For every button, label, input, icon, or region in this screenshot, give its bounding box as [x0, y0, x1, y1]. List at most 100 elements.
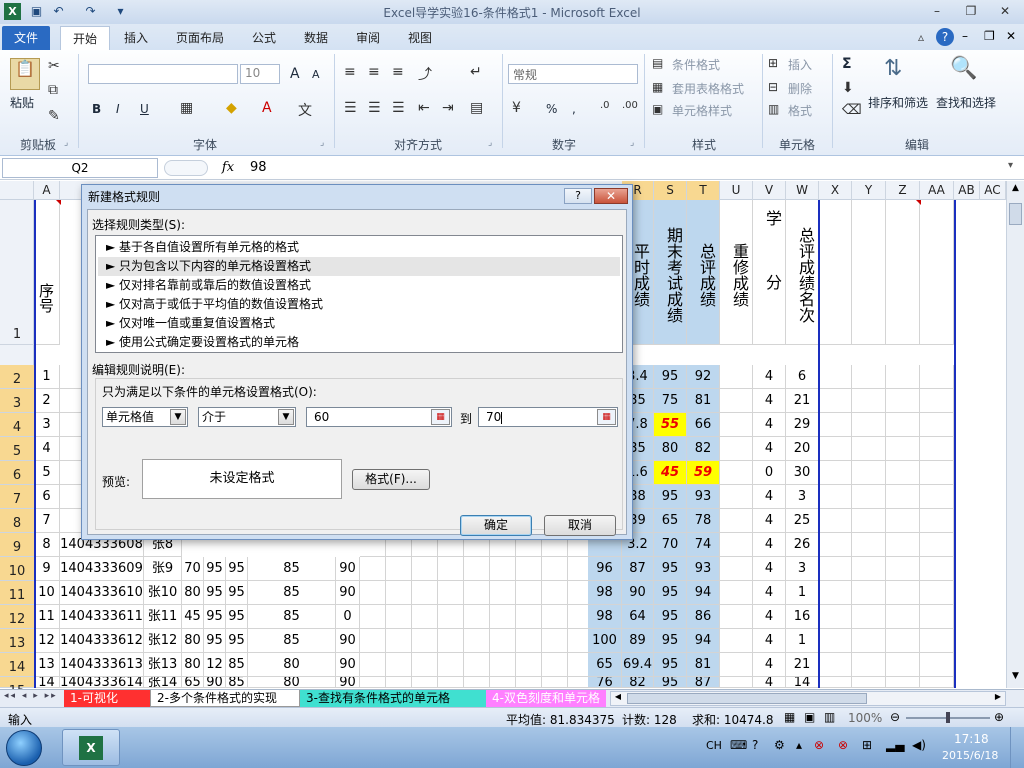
empty-cell[interactable] — [819, 461, 852, 485]
empty-cell[interactable] — [490, 557, 516, 581]
column-header-ac[interactable]: AC — [980, 181, 1006, 200]
seq-cell[interactable]: 13 — [34, 653, 60, 677]
score-cell[interactable]: 90 — [336, 629, 360, 653]
range-picker-icon[interactable]: ▦ — [597, 409, 616, 425]
font-size-box[interactable]: 10 — [240, 64, 280, 84]
header-cell-s[interactable]: 期末考试成绩 — [654, 200, 687, 345]
sheet-tab-4[interactable]: 4-双色刻度和单元格 — [486, 690, 606, 707]
empty-cell[interactable] — [920, 629, 954, 653]
sort-filter-icon[interactable]: ⇅ — [884, 56, 902, 81]
retake-cell[interactable] — [720, 437, 753, 461]
tab-view[interactable]: 视图 — [396, 26, 444, 50]
signal-icon[interactable]: ▂▄ — [886, 738, 904, 752]
empty-cell[interactable] — [542, 629, 568, 653]
select-all-corner[interactable] — [0, 181, 34, 200]
row-header[interactable]: 14 — [0, 653, 34, 677]
empty-cell[interactable] — [920, 557, 954, 581]
rank-cell[interactable]: 1 — [786, 629, 819, 653]
empty-cell[interactable] — [886, 413, 920, 437]
empty-cell[interactable] — [516, 677, 542, 688]
align-right-icon[interactable]: ☰ — [392, 100, 405, 116]
empty-cell[interactable] — [386, 581, 412, 605]
empty-cell[interactable] — [920, 677, 954, 688]
empty-cell[interactable] — [819, 653, 852, 677]
score-cell[interactable]: 85 — [248, 605, 336, 629]
zoom-level[interactable]: 100% — [848, 711, 882, 725]
score-cell[interactable]: 85 — [226, 677, 248, 688]
score-cell[interactable]: 65 — [182, 677, 204, 688]
sort-filter-button[interactable]: 排序和筛选 — [868, 94, 928, 111]
scroll-up-icon[interactable]: ▲ — [1009, 183, 1022, 197]
find-select-icon[interactable]: 🔍 — [950, 56, 977, 81]
tab-review[interactable]: 审阅 — [344, 26, 392, 50]
empty-cell[interactable] — [412, 557, 438, 581]
header-cell-t[interactable]: 总评成绩 — [687, 200, 720, 345]
retake-cell[interactable] — [720, 365, 753, 389]
empty-cell[interactable] — [464, 557, 490, 581]
empty-cell[interactable] — [386, 677, 412, 688]
row-header[interactable]: 1 — [0, 200, 34, 345]
horizontal-scroll-thumb[interactable] — [627, 693, 867, 704]
row-header[interactable]: 15 — [0, 677, 34, 699]
empty-cell[interactable] — [360, 677, 386, 688]
chevron-down-icon[interactable]: ▼ — [278, 409, 294, 425]
header-cell-v[interactable]: 学分 — [753, 200, 786, 345]
keyboard-icon[interactable]: ⌨ — [730, 738, 747, 752]
conditional-format-button[interactable]: 条件格式 — [672, 56, 720, 73]
total-score-cell[interactable]: 94 — [687, 629, 720, 653]
empty-cell[interactable] — [920, 365, 954, 389]
student-id-cell[interactable]: 1404333611 — [60, 605, 144, 629]
score-cell[interactable]: 85 — [248, 557, 336, 581]
credit-cell[interactable]: 4 — [753, 581, 786, 605]
format-as-table-button[interactable]: 套用表格格式 — [672, 80, 744, 97]
empty-cell[interactable] — [886, 581, 920, 605]
rank-cell[interactable]: 14 — [786, 677, 819, 688]
decrease-indent-icon[interactable]: ⇤ — [418, 100, 430, 116]
credit-cell[interactable]: 4 — [753, 557, 786, 581]
cancel-button[interactable]: 取消 — [544, 515, 616, 536]
score-cell[interactable]: 95 — [226, 629, 248, 653]
empty-cell[interactable] — [852, 365, 886, 389]
empty-cell[interactable] — [920, 485, 954, 509]
total-score-cell[interactable]: 93 — [687, 485, 720, 509]
student-name-cell[interactable]: 张14 — [144, 677, 182, 688]
comma-button[interactable]: , — [572, 102, 576, 116]
credit-cell[interactable]: 4 — [753, 365, 786, 389]
empty-cell[interactable] — [852, 653, 886, 677]
empty-cell[interactable] — [490, 653, 516, 677]
empty-cell[interactable] — [886, 557, 920, 581]
empty-cell[interactable] — [852, 485, 886, 509]
font-launcher-icon[interactable]: ⌟ — [320, 138, 324, 148]
operator-combo[interactable]: 介于 ▼ — [198, 407, 296, 427]
empty-cell[interactable] — [412, 653, 438, 677]
tab-file[interactable]: 文件 — [2, 26, 51, 50]
tab-formulas[interactable]: 公式 — [240, 26, 288, 50]
student-name-cell[interactable]: 张9 — [144, 557, 182, 581]
formula-value[interactable]: 98 — [250, 160, 267, 175]
total-score-cell[interactable]: 78 — [687, 509, 720, 533]
seq-cell[interactable]: 10 — [34, 581, 60, 605]
row-header[interactable]: 3 — [0, 389, 34, 413]
final-exam-cell[interactable]: 55 — [654, 413, 687, 437]
empty-cell[interactable] — [886, 677, 920, 688]
student-id-cell[interactable]: 1404333610 — [60, 581, 144, 605]
empty-cell[interactable] — [852, 389, 886, 413]
empty-cell[interactable] — [886, 365, 920, 389]
score-cell[interactable]: 80 — [182, 581, 204, 605]
ok-button[interactable]: 确定 — [460, 515, 532, 536]
rule-type-item[interactable]: ► 仅对高于或低于平均值的数值设置格式 — [98, 295, 620, 314]
empty-cell[interactable] — [542, 653, 568, 677]
align-left-icon[interactable]: ☰ — [344, 100, 357, 116]
empty-cell[interactable] — [852, 461, 886, 485]
empty-cell[interactable] — [852, 509, 886, 533]
rank-cell[interactable]: 21 — [786, 389, 819, 413]
paste-label[interactable]: 粘贴 — [10, 94, 34, 111]
rule-type-list[interactable]: ► 基于各自值设置所有单元格的格式 ► 只为包含以下内容的单元格设置格式 ► 仅… — [95, 235, 623, 353]
scroll-left-icon[interactable]: ◀ — [611, 692, 625, 705]
wrap-text-icon[interactable]: ↵ — [470, 64, 482, 80]
seq-cell[interactable]: 8 — [34, 533, 60, 557]
font-name-box[interactable] — [88, 64, 238, 84]
rule-type-item-selected[interactable]: ► 只为包含以下内容的单元格设置格式 — [98, 257, 620, 276]
empty-cell[interactable] — [852, 413, 886, 437]
insert-cells-icon[interactable]: ⊞ — [768, 56, 778, 70]
